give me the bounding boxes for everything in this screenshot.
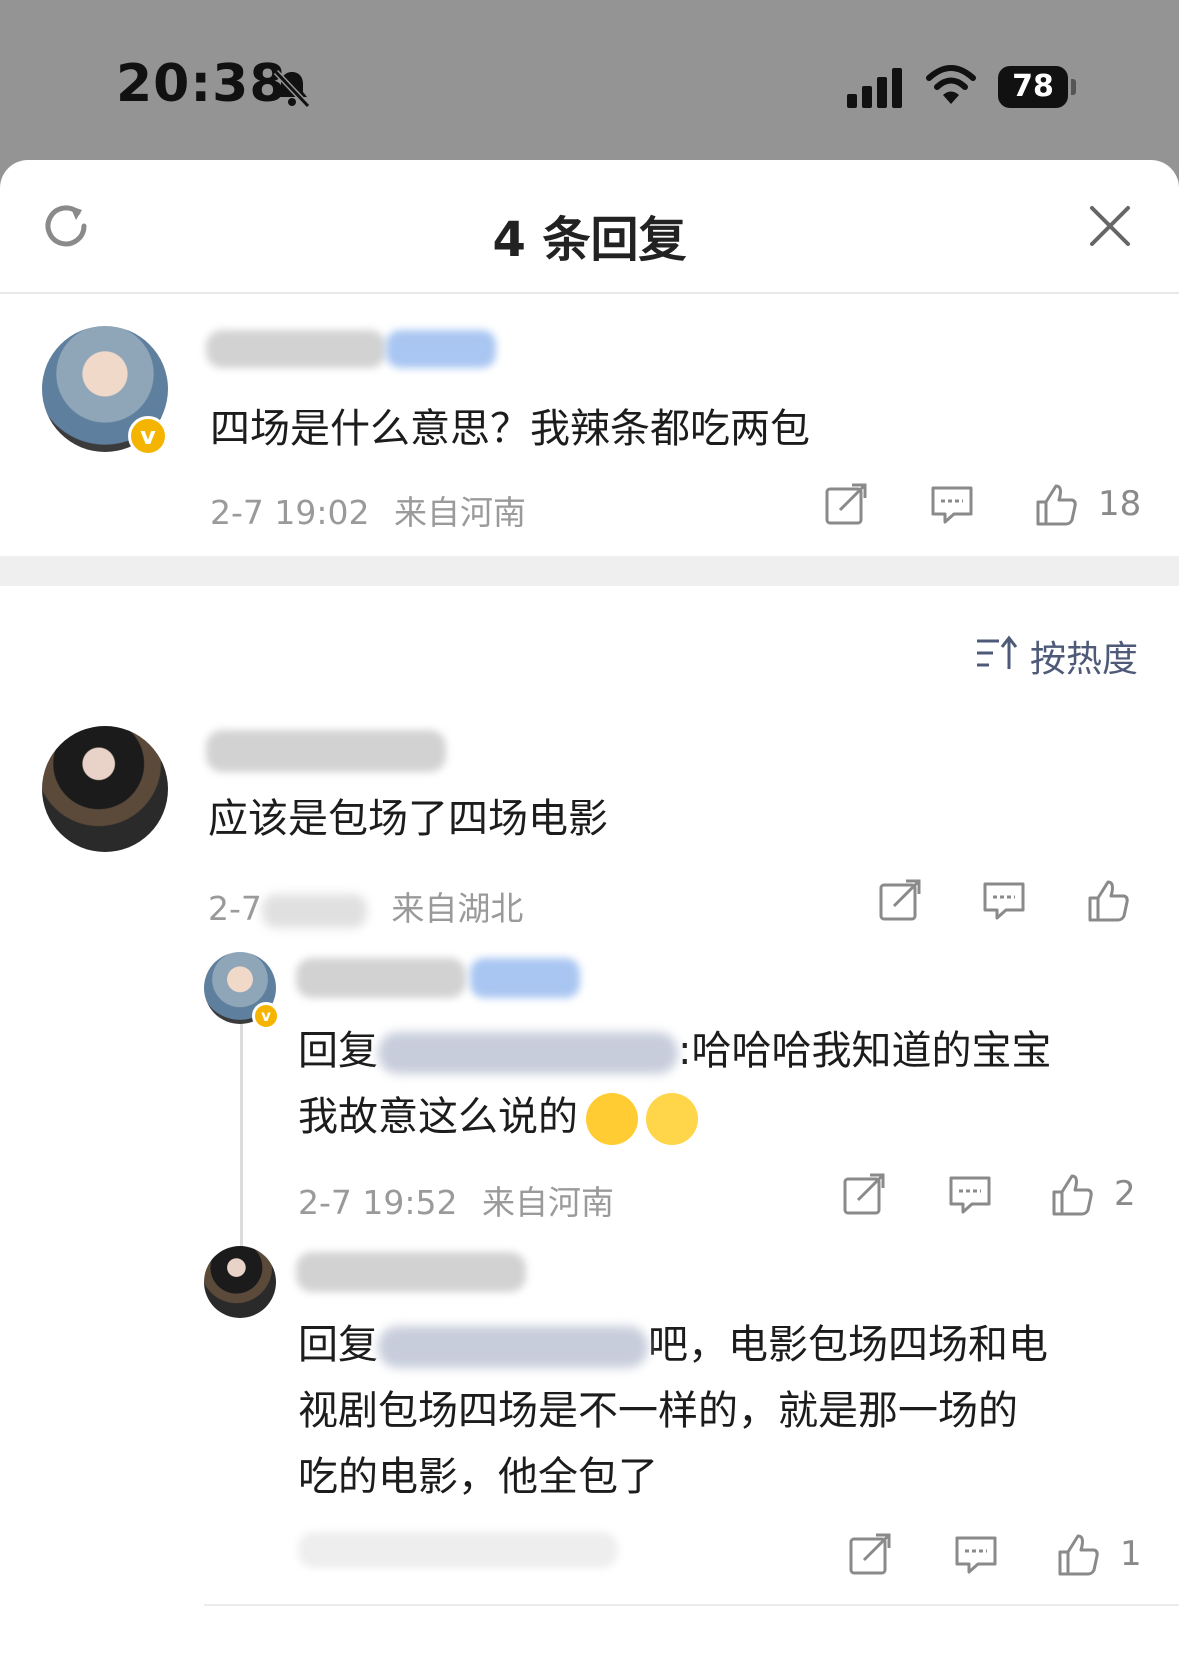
username-blurred[interactable] — [206, 330, 386, 368]
comment-meta: 2-7 19:02 来自河南 — [210, 486, 526, 534]
sheet-header: 4 条回复 — [0, 160, 1179, 294]
comment-location: 来自河南 — [394, 493, 526, 532]
battery-level: 78 — [998, 66, 1068, 108]
comment-icon[interactable] — [980, 876, 1028, 924]
reply-location: 来自河南 — [482, 1183, 614, 1222]
reply-text: 回复 :哈哈哈我知道的宝宝 我故意这么说的 — [298, 1018, 1051, 1150]
status-bar: 20:38 78 — [0, 0, 1179, 160]
close-icon[interactable] — [1088, 204, 1132, 248]
wifi-icon — [926, 65, 976, 104]
section-divider — [0, 556, 1179, 586]
cellular-signal-icon — [847, 68, 902, 108]
avatar[interactable] — [204, 1246, 276, 1318]
reply-text: 回复 吧，电影包场四场和电 视剧包场四场是不一样的，就是那一场的 吃的电影，他全包… — [298, 1312, 1048, 1510]
like-count: 1 — [1120, 1534, 1142, 1574]
sheet-title: 4 条回复 — [492, 212, 687, 268]
user-tag-blurred — [386, 330, 496, 368]
replies-sheet: 4 条回复 v 四场是什么意思？我辣条都吃两包 2-7 19:02 来自河南 1… — [0, 160, 1179, 1678]
comment-icon[interactable] — [928, 480, 976, 528]
reply-date: 2-7 — [208, 889, 262, 928]
share-icon[interactable] — [876, 876, 924, 924]
username-blurred[interactable] — [206, 730, 446, 772]
avatar[interactable] — [42, 726, 168, 852]
mention-blurred[interactable] — [378, 1032, 678, 1074]
reply-prefix: 回复 — [298, 1028, 378, 1074]
like-icon[interactable] — [1048, 1170, 1096, 1218]
reply-time: 2-7 19:52 — [298, 1183, 458, 1222]
username-blurred[interactable] — [296, 1252, 526, 1292]
like-icon[interactable] — [1054, 1530, 1102, 1578]
comment-icon[interactable] — [946, 1170, 994, 1218]
like-count: 18 — [1098, 484, 1142, 524]
verified-badge: v — [128, 416, 168, 456]
loudly-crying-face-emoji — [586, 1093, 638, 1145]
verified-badge: v — [252, 1002, 280, 1030]
mention-blurred[interactable] — [378, 1326, 648, 1368]
grinning-face-emoji — [646, 1093, 698, 1145]
share-icon[interactable] — [846, 1530, 894, 1578]
like-icon[interactable] — [1084, 876, 1132, 924]
reply-text-line2: 视剧包场四场是不一样的，就是那一场的 — [298, 1388, 1018, 1434]
reply-prefix: 回复 — [298, 1322, 378, 1368]
like-count: 2 — [1114, 1174, 1136, 1214]
time-blurred — [261, 893, 367, 928]
comment-icon[interactable] — [952, 1530, 1000, 1578]
reply-text-after: 吧，电影包场四场和电 — [648, 1322, 1048, 1368]
status-time: 20:38 — [116, 54, 287, 114]
reply-text-after: :哈哈哈我知道的宝宝 — [678, 1028, 1052, 1074]
meta-blurred — [298, 1532, 618, 1568]
battery-icon: 78 — [998, 66, 1078, 108]
share-icon[interactable] — [840, 1170, 888, 1218]
reply-text-line3: 吃的电影，他全包了 — [298, 1454, 658, 1500]
reply-meta: 2-7 来自湖北 — [208, 882, 523, 930]
share-icon[interactable] — [822, 480, 870, 528]
sort-icon[interactable] — [975, 628, 1021, 678]
reply-text: 应该是包场了四场电影 — [208, 796, 608, 842]
user-tag-blurred — [470, 958, 580, 998]
reply-text-line2: 我故意这么说的 — [298, 1094, 578, 1140]
comment-text: 四场是什么意思？我辣条都吃两包 — [210, 406, 810, 452]
sort-label[interactable]: 按热度 — [1030, 630, 1138, 682]
list-divider — [204, 1604, 1179, 1606]
username-blurred[interactable] — [296, 958, 466, 998]
comment-time: 2-7 19:02 — [210, 493, 370, 532]
reply-location: 来自湖北 — [391, 889, 524, 928]
bell-slash-icon — [273, 69, 311, 109]
reply-meta: 2-7 19:52 来自河南 — [298, 1176, 614, 1224]
like-icon[interactable] — [1032, 480, 1080, 528]
